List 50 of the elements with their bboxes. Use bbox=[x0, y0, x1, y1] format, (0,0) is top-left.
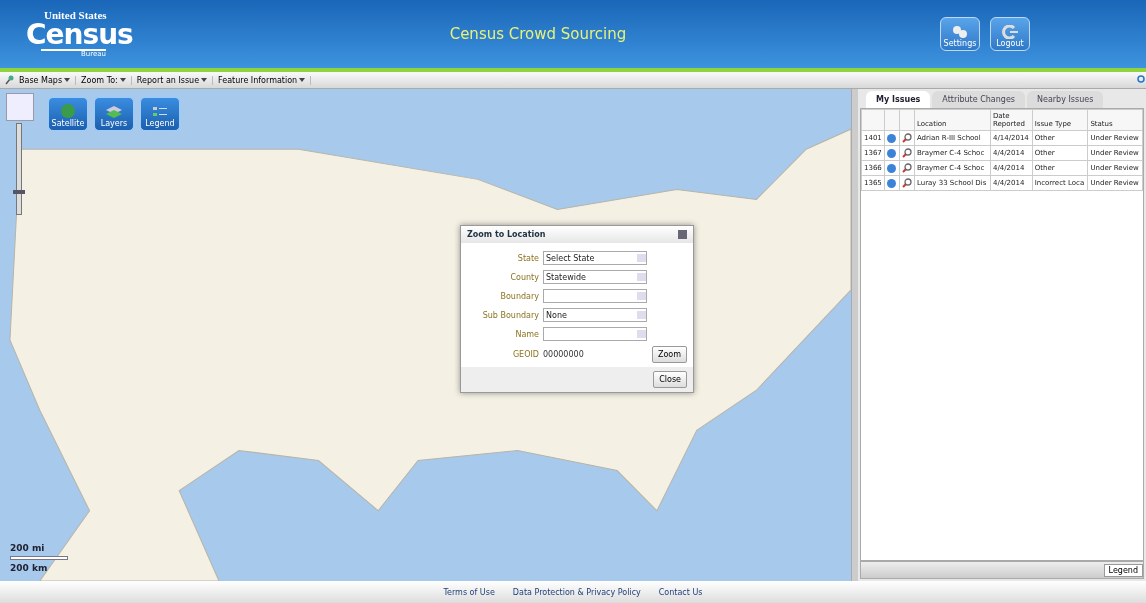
field-label: State bbox=[516, 253, 539, 263]
scale-label: 200 km bbox=[10, 563, 49, 573]
legend-list-icon bbox=[152, 105, 168, 119]
field-label: Name bbox=[514, 329, 539, 339]
geoid-value: 00000000 bbox=[543, 350, 585, 359]
tab[interactable]: Attribute Changes bbox=[932, 91, 1025, 108]
gears-icon bbox=[952, 25, 968, 39]
menu-button[interactable]: Zoom To: bbox=[76, 75, 132, 85]
layers-button[interactable]: Layers bbox=[94, 97, 134, 131]
tab[interactable]: My Issues bbox=[866, 91, 931, 108]
logo-text: Census bbox=[26, 21, 134, 49]
pin-icon bbox=[4, 75, 14, 85]
dropdown[interactable]: None bbox=[543, 308, 647, 322]
legend-button[interactable]: Legend bbox=[1103, 563, 1143, 577]
dropdown[interactable] bbox=[543, 327, 647, 341]
settings-button[interactable]: Settings bbox=[940, 17, 980, 51]
menu-button[interactable]: Report an Issue bbox=[131, 75, 214, 85]
dropdown[interactable]: Select State bbox=[543, 251, 647, 265]
legend-button[interactable]: Legend bbox=[140, 97, 180, 131]
satellite-button[interactable]: Satellite bbox=[48, 97, 88, 131]
magnifier-icon[interactable] bbox=[901, 178, 912, 188]
dropdown[interactable]: Statewide bbox=[543, 270, 647, 284]
field-label: Sub Boundary bbox=[481, 310, 539, 320]
footer-link[interactable]: Data Protection & Privacy Policy bbox=[512, 587, 641, 597]
magnifier-icon[interactable] bbox=[901, 133, 912, 143]
magnifier-icon[interactable] bbox=[901, 163, 912, 173]
zoom-slider-thumb[interactable] bbox=[13, 189, 25, 194]
logo-subtitle: United States bbox=[44, 10, 108, 21]
globe-icon bbox=[60, 103, 76, 119]
field-label: County bbox=[509, 272, 539, 282]
field-label: Boundary bbox=[499, 291, 539, 301]
field-label: GEOID bbox=[511, 350, 539, 359]
dialog-title: Zoom to Location bbox=[467, 230, 546, 239]
scale-label: 200 mi bbox=[10, 543, 46, 553]
footer-link[interactable]: Terms of Use bbox=[443, 587, 495, 597]
layers-icon bbox=[105, 105, 123, 119]
menu-button[interactable]: Feature Information bbox=[213, 75, 312, 85]
zoom-button[interactable]: Zoom bbox=[651, 346, 687, 363]
menu-button[interactable]: Base Maps bbox=[14, 75, 77, 85]
magnifier-icon[interactable] bbox=[901, 148, 912, 158]
logout-button[interactable]: Logout bbox=[990, 17, 1030, 51]
dropdown[interactable] bbox=[543, 289, 647, 303]
search-icon[interactable] bbox=[1136, 75, 1146, 85]
app-title: Census Crowd Sourcing bbox=[448, 25, 628, 43]
power-arrow-icon bbox=[1002, 25, 1018, 39]
tab[interactable]: Nearby Issues bbox=[1027, 91, 1104, 108]
close-button[interactable]: Close bbox=[653, 371, 687, 388]
scale-bar bbox=[10, 556, 68, 560]
map-placeholder[interactable]: Satellite Layers Legend 200 mi 200 km Zoom to Location State Select State County Statewide Boundary Sub Boundary None Name GEOID 00000000 Zoom Close bbox=[0, 89, 851, 581]
footer-link[interactable]: Contact Us bbox=[658, 587, 703, 597]
